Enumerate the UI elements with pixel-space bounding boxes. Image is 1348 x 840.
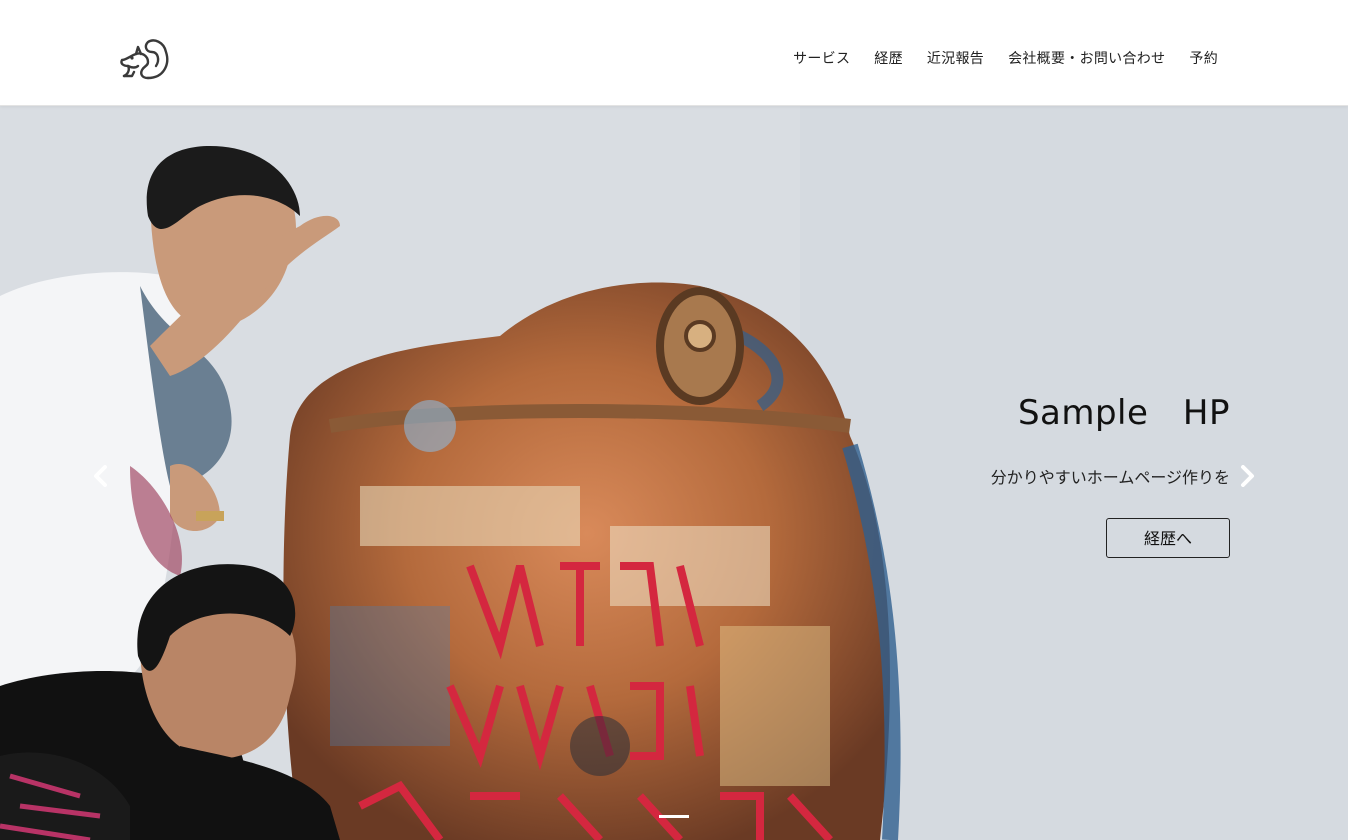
- nav-item-reservation[interactable]: 予約: [1189, 48, 1218, 68]
- site-header: サービス 経歴 近況報告 会社概要・お問い合わせ 予約: [0, 0, 1348, 106]
- hero-carousel: Sample HP 分かりやすいホームページ作りを 経歴へ: [0, 106, 1348, 840]
- carousel-indicator[interactable]: [659, 815, 689, 818]
- chevron-right-icon: [1241, 465, 1254, 487]
- main-nav: サービス 経歴 近況報告 会社概要・お問い合わせ 予約: [793, 48, 1218, 68]
- nav-item-news[interactable]: 近況報告: [927, 48, 984, 68]
- carousel-indicators: [0, 815, 1348, 818]
- carousel-title: Sample HP: [1017, 393, 1230, 433]
- career-button[interactable]: 経歴へ: [1106, 518, 1230, 558]
- nav-item-services[interactable]: サービス: [793, 48, 850, 68]
- squirrel-logo-icon[interactable]: [118, 30, 174, 86]
- chevron-left-icon: [94, 465, 107, 487]
- carousel-caption: Sample HP 分かりやすいホームページ作りを 経歴へ: [991, 396, 1230, 558]
- carousel-subtitle: 分かりやすいホームページ作りを: [990, 468, 1230, 487]
- carousel-next-button[interactable]: [1232, 456, 1262, 496]
- carousel-prev-button[interactable]: [86, 456, 116, 496]
- nav-item-company-contact[interactable]: 会社概要・お問い合わせ: [1008, 48, 1165, 68]
- nav-item-career[interactable]: 経歴: [874, 48, 903, 68]
